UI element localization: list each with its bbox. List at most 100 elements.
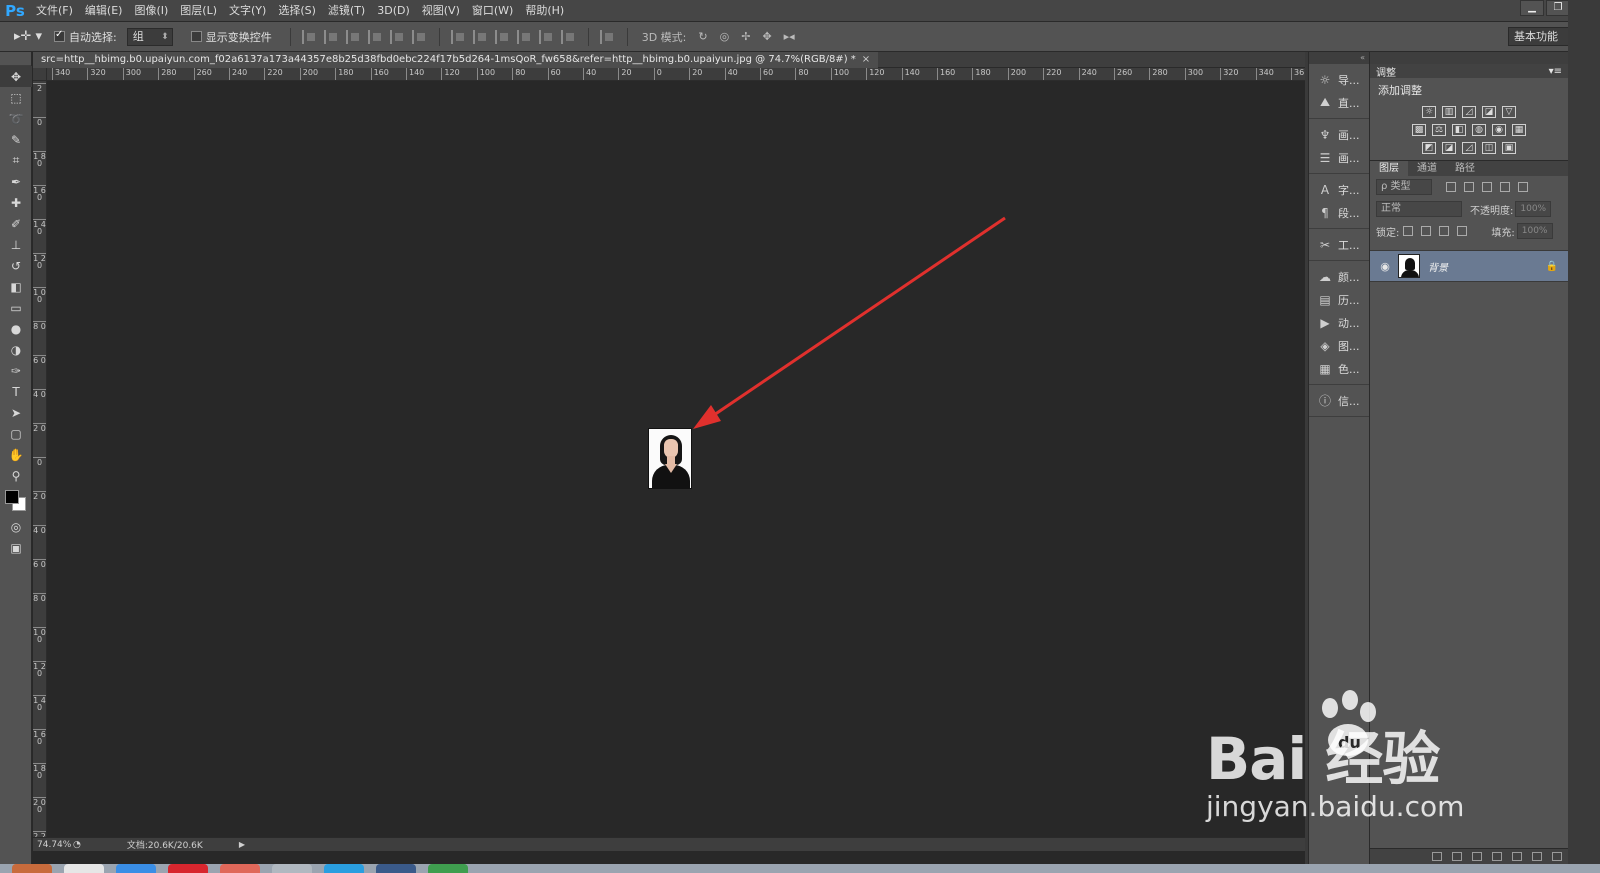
dodge-tool[interactable]: ◑ <box>0 339 32 360</box>
lock-all-icon[interactable] <box>1457 226 1468 236</box>
distribute-hcenter-icon[interactable] <box>538 29 555 44</box>
auto-align-icon[interactable] <box>599 29 616 44</box>
filter-adjust-icon[interactable] <box>1464 182 1474 192</box>
adjustment-icon[interactable]: ☼ <box>1422 106 1436 118</box>
minimize-icon[interactable]: ▁ <box>1520 0 1544 16</box>
show-transform-checkbox[interactable] <box>190 31 202 42</box>
history-brush-tool[interactable]: ↺ <box>0 255 32 276</box>
vertical-ruler[interactable]: 2 0 1 8 0 1 6 0 1 4 0 1 2 0 1 0 0 8 0 6 0 4 0 2 0 0… <box>33 81 47 837</box>
adjustment-icon[interactable]: ◿ <box>1462 106 1476 118</box>
brush-tool[interactable]: ✐ <box>0 213 32 234</box>
lock-pixels-icon[interactable] <box>1421 226 1432 236</box>
adjustment-icon[interactable]: ▽ <box>1502 106 1516 118</box>
move-tool[interactable]: ✥ <box>0 66 32 87</box>
adjustment-icon[interactable]: ▩ <box>1412 124 1426 136</box>
distribute-top-icon[interactable] <box>450 29 467 44</box>
menu-window[interactable]: 窗口(W) <box>466 0 519 22</box>
3d-scale-icon[interactable]: ▸◂ <box>784 30 795 43</box>
taskbar-app[interactable] <box>220 864 260 873</box>
menu-help[interactable]: 帮助(H) <box>519 0 570 22</box>
layer-name[interactable]: 背景 <box>1428 259 1448 274</box>
fill-input[interactable]: 100% <box>1516 223 1553 239</box>
delete-layer-icon[interactable] <box>1552 852 1562 861</box>
adjustment-icon[interactable]: ◪ <box>1482 106 1496 118</box>
zoom-tool[interactable]: ⚲ <box>0 465 32 486</box>
zoom-level[interactable]: 74.74% <box>33 840 73 850</box>
layer-filter-select[interactable]: ρ 类型 <box>1376 179 1432 195</box>
quick-mask-icon[interactable]: ◎ <box>0 516 32 537</box>
menu-view[interactable]: 视图(V) <box>416 0 466 22</box>
taskbar-app[interactable] <box>64 864 104 873</box>
filter-type-icon[interactable] <box>1482 182 1492 192</box>
menu-image[interactable]: 图像(I) <box>128 0 174 22</box>
strip-panel-button[interactable]: ¶ 段... <box>1309 201 1369 224</box>
adjustment-icon[interactable]: ◍ <box>1472 124 1486 136</box>
hand-tool[interactable]: ✋ <box>0 444 32 465</box>
lock-position-icon[interactable] <box>1439 226 1450 236</box>
3d-slide-icon[interactable]: ✥ <box>762 30 771 43</box>
taskbar-app[interactable] <box>116 864 156 873</box>
canvas-area[interactable] <box>47 81 1305 837</box>
adjustment-icon[interactable]: ◩ <box>1422 142 1436 154</box>
quick-select-tool[interactable]: ✎ <box>0 129 32 150</box>
pen-tool[interactable]: ✑ <box>0 360 32 381</box>
eraser-tool[interactable]: ◧ <box>0 276 32 297</box>
distribute-bottom-icon[interactable] <box>494 29 511 44</box>
restore-icon[interactable]: ❐ <box>1546 0 1570 16</box>
distribute-right-icon[interactable] <box>560 29 577 44</box>
status-menu-arrow-icon[interactable]: ▶ <box>239 840 245 849</box>
align-right-icon[interactable] <box>411 29 428 44</box>
horizontal-ruler[interactable]: 340 320 300 280 260 240 220 200 180 160 140 120 100 8… <box>47 68 1305 81</box>
type-tool[interactable]: T <box>0 381 32 402</box>
stamp-tool[interactable]: ⊥ <box>0 234 32 255</box>
close-tab-icon[interactable]: × <box>862 54 870 65</box>
auto-select-dropdown[interactable]: 组 <box>126 27 173 46</box>
auto-select-checkbox[interactable] <box>54 29 65 42</box>
adjustment-icon[interactable]: ◪ <box>1442 142 1456 154</box>
3d-pan-icon[interactable]: ✢ <box>741 30 750 43</box>
align-vcenter-icon[interactable] <box>323 29 340 44</box>
filter-smart-icon[interactable] <box>1518 182 1528 192</box>
taskbar-app[interactable] <box>376 864 416 873</box>
menu-select[interactable]: 选择(S) <box>272 0 322 22</box>
lasso-tool[interactable]: ➰ <box>0 108 32 129</box>
strip-panel-button[interactable]: ▤ 历... <box>1309 288 1369 311</box>
adjustment-icon[interactable]: ▥ <box>1442 106 1456 118</box>
visibility-eye-icon[interactable]: ◉ <box>1376 260 1394 273</box>
new-layer-icon[interactable] <box>1532 852 1542 861</box>
menu-3d[interactable]: 3D(D) <box>371 0 416 22</box>
ruler-origin[interactable] <box>33 68 47 81</box>
opacity-input[interactable]: 100% <box>1515 201 1552 217</box>
taskbar-app[interactable] <box>428 864 468 873</box>
panel-dock-header[interactable] <box>1370 52 1568 64</box>
tab-channels[interactable]: 通道 <box>1408 161 1446 176</box>
menu-filter[interactable]: 滤镜(T) <box>322 0 371 22</box>
path-select-tool[interactable]: ➤ <box>0 402 32 423</box>
menu-type[interactable]: 文字(Y) <box>223 0 272 22</box>
strip-panel-button[interactable]: ◈ 图... <box>1309 334 1369 357</box>
tab-adjustments[interactable]: 调整 <box>1376 64 1396 79</box>
filter-shape-icon[interactable] <box>1500 182 1510 192</box>
strip-panel-button[interactable]: ▶ 动... <box>1309 311 1369 334</box>
3d-roll-icon[interactable]: ◎ <box>720 30 730 43</box>
screen-mode-icon[interactable]: ▣ <box>0 537 32 558</box>
marquee-tool[interactable]: ⬚ <box>0 87 32 108</box>
taskbar-app[interactable] <box>12 864 52 873</box>
foreground-color[interactable] <box>5 490 19 504</box>
align-top-icon[interactable] <box>301 29 318 44</box>
tab-layers[interactable]: 图层 <box>1370 161 1408 176</box>
menu-file[interactable]: 文件(F) <box>30 0 79 22</box>
tools-grip[interactable] <box>0 52 31 66</box>
strip-panel-button[interactable]: ☼ 导... <box>1309 68 1369 91</box>
adjustment-icon[interactable]: ◫ <box>1482 142 1496 154</box>
taskbar-app[interactable] <box>324 864 364 873</box>
panel-menu-icon[interactable]: ▾≡ <box>1549 66 1562 77</box>
lock-transparent-icon[interactable] <box>1403 226 1414 236</box>
taskbar-app[interactable] <box>272 864 312 873</box>
distribute-left-icon[interactable] <box>516 29 533 44</box>
document-image[interactable] <box>648 428 692 489</box>
strip-panel-button[interactable]: ✂ 工... <box>1309 233 1369 256</box>
filter-pixel-icon[interactable] <box>1446 182 1456 192</box>
menu-edit[interactable]: 编辑(E) <box>79 0 129 22</box>
new-adjustment-icon[interactable] <box>1492 852 1502 861</box>
